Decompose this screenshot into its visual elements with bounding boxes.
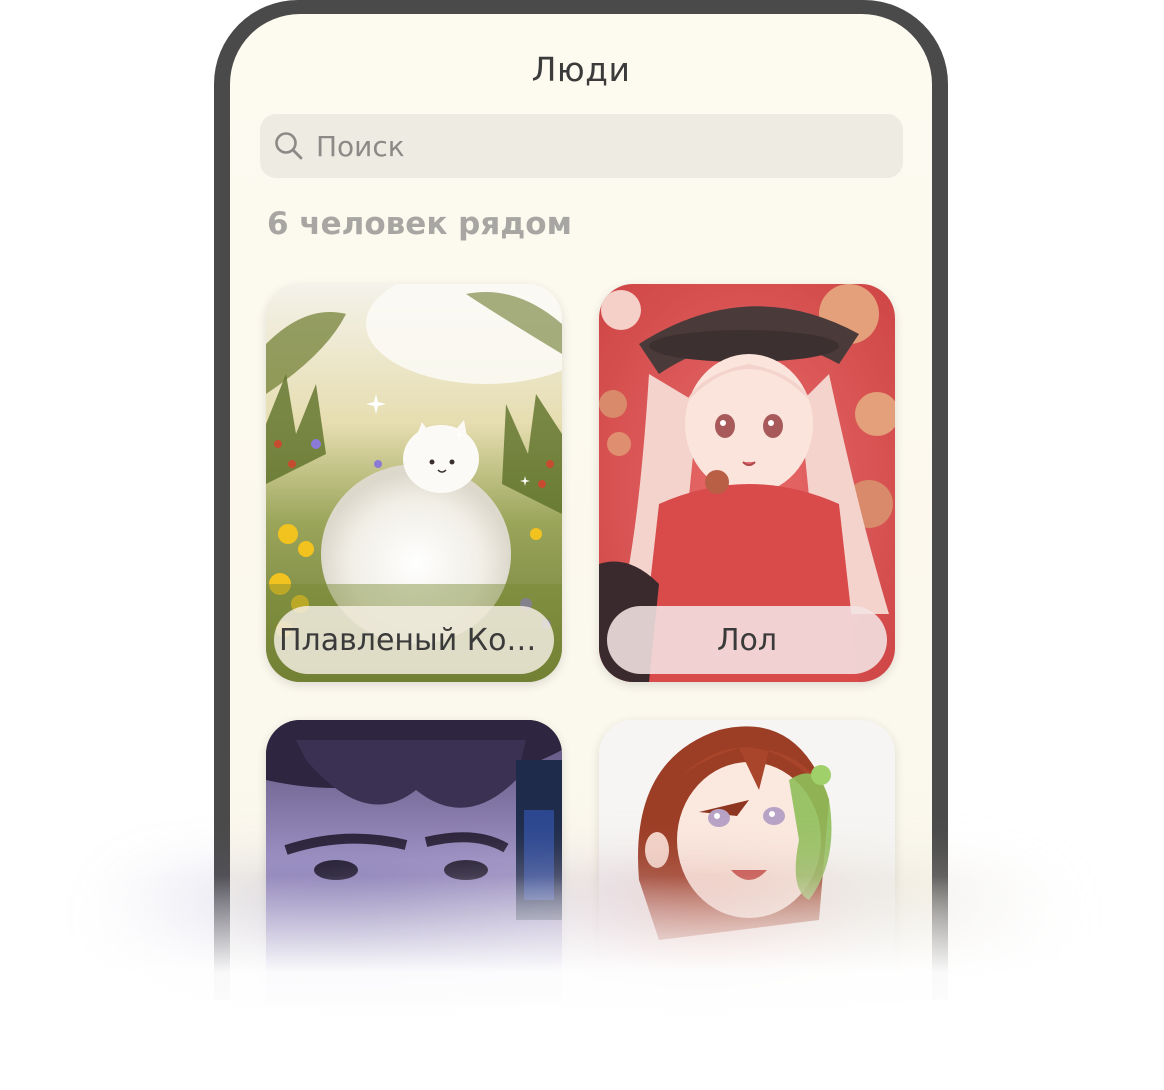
- app-stage: Люди 6 человек рядом: [0, 0, 1164, 1090]
- person-card-1[interactable]: Плавленый Кот...: [266, 284, 562, 682]
- search-icon: [274, 131, 304, 161]
- person-name-pill: Лол: [607, 606, 887, 674]
- bottom-fade: [0, 876, 1164, 1090]
- person-name: Плавленый Кот...: [279, 622, 549, 658]
- nearby-count-heading: 6 человек рядом: [267, 206, 572, 242]
- search-bar[interactable]: [260, 114, 903, 178]
- person-card-2[interactable]: Лол: [599, 284, 895, 682]
- phone-screen: Люди 6 человек рядом: [230, 14, 932, 1004]
- person-name-pill: Плавленый Кот...: [274, 606, 554, 674]
- search-input[interactable]: [316, 129, 876, 163]
- person-name: Лол: [716, 622, 778, 658]
- page-title: Люди: [531, 50, 631, 89]
